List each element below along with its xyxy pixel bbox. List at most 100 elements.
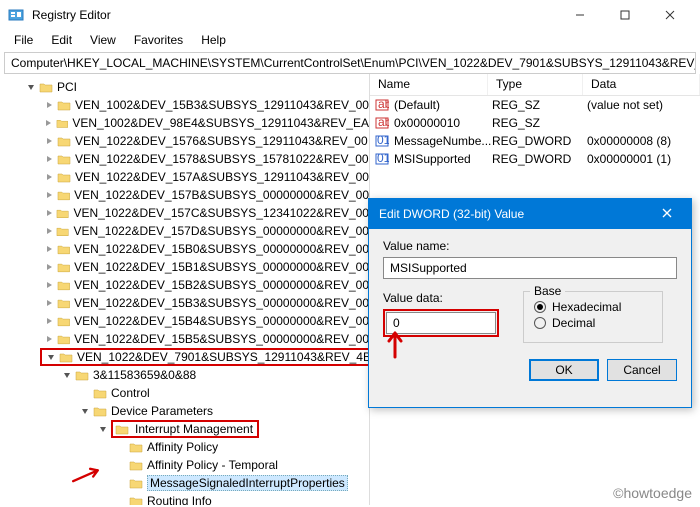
chevron-right-icon[interactable]: [42, 296, 56, 310]
chevron-right-icon[interactable]: [42, 206, 55, 220]
tree-node[interactable]: VEN_1022&DEV_1576&SUBSYS_12911043&REV_00: [4, 132, 369, 150]
tree-label: VEN_1002&DEV_98E4&SUBSYS_12911043&REV_EA: [72, 116, 369, 130]
chevron-right-icon[interactable]: [42, 188, 56, 202]
tree-pane[interactable]: PCI VEN_1002&DEV_15B3&SUBSYS_12911043&RE…: [0, 74, 370, 505]
string-icon: ab: [374, 115, 390, 131]
list-row[interactable]: 011MSISupportedREG_DWORD0x00000001 (1): [370, 150, 700, 168]
list-row[interactable]: ab (Default)REG_SZ(value not set): [370, 96, 700, 114]
row-name: (Default): [394, 98, 492, 112]
binary-icon: 011: [374, 151, 390, 167]
tree-node[interactable]: VEN_1022&DEV_1578&SUBSYS_15781022&REV_00: [4, 150, 369, 168]
tree-node[interactable]: VEN_1022&DEV_7901&SUBSYS_12911043&REV_4B: [4, 348, 369, 366]
row-name: 0x00000010: [394, 116, 492, 130]
tree-label: VEN_1022&DEV_1578&SUBSYS_15781022&REV_00: [75, 152, 369, 166]
chevron-down-icon[interactable]: [60, 368, 74, 382]
menubar: File Edit View Favorites Help: [0, 30, 700, 50]
dialog-titlebar: Edit DWORD (32-bit) Value: [369, 199, 691, 229]
base-group: Base Hexadecimal Decimal: [523, 291, 663, 343]
tree-label: VEN_1022&DEV_15B0&SUBSYS_00000000&REV_00: [74, 242, 369, 256]
chevron-right-icon[interactable]: [42, 98, 56, 112]
ok-button[interactable]: OK: [529, 359, 599, 381]
tree-node[interactable]: VEN_1022&DEV_157B&SUBSYS_00000000&REV_00: [4, 186, 369, 204]
row-data: (value not set): [587, 98, 700, 112]
row-type: REG_SZ: [492, 98, 587, 112]
minimize-button[interactable]: [557, 0, 602, 30]
tree-label: VEN_1022&DEV_1576&SUBSYS_12911043&REV_00: [75, 134, 368, 148]
close-icon[interactable]: [653, 207, 681, 221]
window-title: Registry Editor: [32, 8, 557, 22]
window-controls: [557, 0, 692, 30]
row-type: REG_DWORD: [492, 134, 587, 148]
chevron-right-icon[interactable]: [42, 260, 56, 274]
tree-label: Device Parameters: [111, 404, 213, 418]
tree-node[interactable]: VEN_1022&DEV_15B0&SUBSYS_00000000&REV_00: [4, 240, 369, 258]
tree-node[interactable]: VEN_1022&DEV_157A&SUBSYS_12911043&REV_00: [4, 168, 369, 186]
col-type[interactable]: Type: [488, 74, 583, 95]
titlebar: Registry Editor: [0, 0, 700, 30]
tree-node[interactable]: VEN_1002&DEV_98E4&SUBSYS_12911043&REV_EA: [4, 114, 369, 132]
chevron-right-icon[interactable]: [42, 224, 55, 238]
tree-node[interactable]: VEN_1022&DEV_157C&SUBSYS_12341022&REV_00: [4, 204, 369, 222]
tree-node-control[interactable]: Control: [4, 384, 369, 402]
tree-label: VEN_1022&DEV_157A&SUBSYS_12911043&REV_00: [75, 170, 369, 184]
tree-node[interactable]: VEN_1022&DEV_15B2&SUBSYS_00000000&REV_00: [4, 276, 369, 294]
menu-view[interactable]: View: [82, 31, 124, 49]
chevron-right-icon[interactable]: [42, 116, 55, 130]
cancel-button[interactable]: Cancel: [607, 359, 677, 381]
tree-node-affinity-policy-temporal[interactable]: Affinity Policy - Temporal: [4, 456, 369, 474]
chevron-right-icon[interactable]: [42, 242, 56, 256]
chevron-right-icon[interactable]: [42, 134, 56, 148]
tree-node-device-parameters[interactable]: Device Parameters: [4, 402, 369, 420]
list-row[interactable]: 011MessageNumbe...REG_DWORD0x00000008 (8…: [370, 132, 700, 150]
tree-label: VEN_1022&DEV_15B4&SUBSYS_00000000&REV_00: [74, 314, 369, 328]
row-type: REG_SZ: [492, 116, 587, 130]
tree-label: VEN_1022&DEV_157D&SUBSYS_00000000&REV_00: [73, 224, 369, 238]
value-name-field[interactable]: [383, 257, 677, 279]
row-data: 0x00000001 (1): [587, 152, 700, 166]
tree-node[interactable]: VEN_1022&DEV_15B5&SUBSYS_00000000&REV_00: [4, 330, 369, 348]
row-data: 0x00000008 (8): [587, 134, 700, 148]
col-data[interactable]: Data: [583, 74, 700, 95]
chevron-right-icon[interactable]: [42, 332, 56, 346]
chevron-down-icon[interactable]: [78, 404, 92, 418]
tree-label: PCI: [57, 80, 77, 94]
close-button[interactable]: [647, 0, 692, 30]
tree-node-interrupt-management[interactable]: Interrupt Management: [4, 420, 369, 438]
chevron-down-icon[interactable]: [24, 80, 38, 94]
radio-hex[interactable]: Hexadecimal: [534, 300, 652, 314]
value-name-label: Value name:: [383, 239, 677, 253]
address-bar[interactable]: Computer\HKEY_LOCAL_MACHINE\SYSTEM\Curre…: [4, 52, 696, 74]
tree-node-guid[interactable]: 3&11583659&0&88: [4, 366, 369, 384]
chevron-right-icon[interactable]: [42, 278, 56, 292]
tree-node-msi-props[interactable]: MessageSignaledInterruptProperties: [4, 474, 369, 492]
tree-node[interactable]: VEN_1022&DEV_157D&SUBSYS_00000000&REV_00: [4, 222, 369, 240]
menu-favorites[interactable]: Favorites: [126, 31, 191, 49]
chevron-right-icon[interactable]: [42, 152, 56, 166]
svg-text:ab: ab: [378, 98, 389, 111]
menu-edit[interactable]: Edit: [43, 31, 80, 49]
tree-node[interactable]: VEN_1022&DEV_15B3&SUBSYS_00000000&REV_00: [4, 294, 369, 312]
binary-icon: 011: [374, 133, 390, 149]
annotation-arrow-icon: [70, 458, 104, 495]
tree-node-routing-info[interactable]: Routing Info: [4, 492, 369, 505]
tree-label: Control: [111, 386, 150, 400]
tree-node[interactable]: VEN_1022&DEV_15B1&SUBSYS_00000000&REV_00: [4, 258, 369, 276]
list-header: Name Type Data: [370, 74, 700, 96]
chevron-down-icon[interactable]: [44, 350, 58, 364]
chevron-down-icon[interactable]: [96, 422, 110, 436]
tree-label: MessageSignaledInterruptProperties: [147, 475, 348, 491]
maximize-button[interactable]: [602, 0, 647, 30]
tree-node-pci[interactable]: PCI: [4, 78, 369, 96]
radio-dec[interactable]: Decimal: [534, 316, 652, 330]
col-name[interactable]: Name: [370, 74, 488, 95]
tree-node[interactable]: VEN_1022&DEV_15B4&SUBSYS_00000000&REV_00: [4, 312, 369, 330]
value-data-label: Value data:: [383, 291, 499, 305]
tree-node-affinity-policy[interactable]: Affinity Policy: [4, 438, 369, 456]
tree-node[interactable]: VEN_1002&DEV_15B3&SUBSYS_12911043&REV_00: [4, 96, 369, 114]
menu-help[interactable]: Help: [193, 31, 234, 49]
chevron-right-icon[interactable]: [42, 170, 56, 184]
chevron-right-icon[interactable]: [42, 314, 56, 328]
menu-file[interactable]: File: [6, 31, 41, 49]
list-row[interactable]: ab 0x00000010REG_SZ: [370, 114, 700, 132]
tree-label: VEN_1022&DEV_7901&SUBSYS_12911043&REV_4B: [77, 350, 370, 364]
